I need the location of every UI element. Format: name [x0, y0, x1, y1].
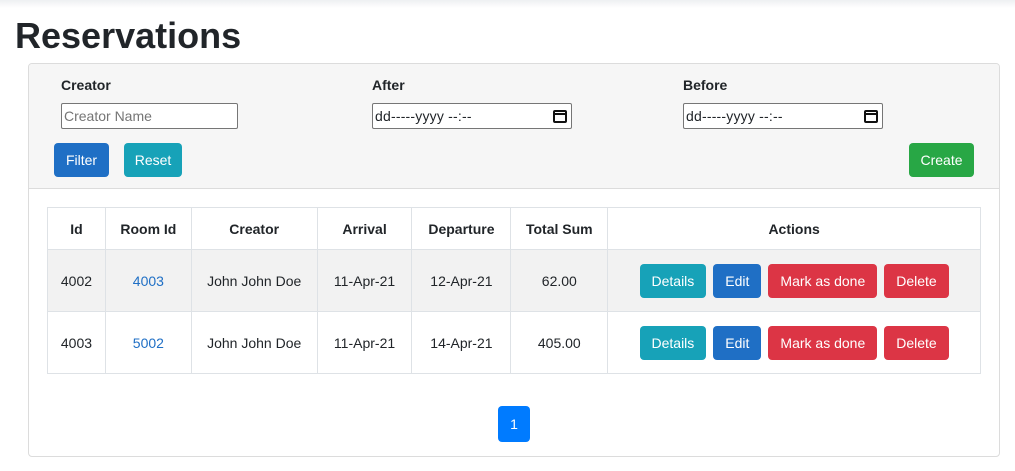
filter-button[interactable]: Filter — [54, 143, 109, 177]
before-label: Before — [683, 77, 728, 93]
create-button[interactable]: Create — [909, 143, 974, 177]
before-datetime-input[interactable]: dd-----yyyy --:-- — [683, 103, 883, 129]
mark-as-done-button[interactable]: Mark as done — [768, 325, 878, 360]
table-row: 4003 5002 John John Doe 11-Apr-21 14-Apr… — [47, 311, 981, 374]
room-link[interactable]: 5002 — [133, 335, 164, 351]
cell-creator: John John Doe — [190, 311, 318, 374]
after-label: After — [372, 77, 405, 93]
after-datetime-input[interactable]: dd-----yyyy --:-- — [372, 103, 572, 129]
top-bar — [0, 0, 1015, 8]
cell-id: 4002 — [47, 249, 106, 312]
cell-arrival: 11-Apr-21 — [316, 311, 413, 374]
edit-button[interactable]: Edit — [713, 263, 762, 298]
filter-panel: Creator After dd-----yyyy --:-- Before d… — [29, 64, 999, 189]
column-header-arrival: Arrival — [316, 207, 413, 250]
creator-input[interactable] — [61, 103, 238, 129]
cell-arrival: 11-Apr-21 — [316, 249, 413, 312]
cell-room-id: 5002 — [104, 311, 192, 374]
pagination-page-1[interactable]: 1 — [498, 406, 530, 442]
room-link[interactable]: 4003 — [133, 273, 164, 289]
reset-button[interactable]: Reset — [124, 143, 182, 177]
cell-total-sum: 62.00 — [510, 249, 609, 312]
column-header-room-id: Room Id — [104, 207, 192, 250]
after-datetime-value: dd-----yyyy --:-- — [375, 108, 472, 124]
mark-as-done-button[interactable]: Mark as done — [768, 263, 878, 298]
details-button[interactable]: Details — [639, 325, 707, 360]
reservations-table: Id Room Id Creator Arrival Departure Tot… — [47, 207, 981, 374]
column-header-total-sum: Total Sum — [510, 207, 609, 250]
cell-room-id: 4003 — [104, 249, 192, 312]
column-header-actions: Actions — [607, 207, 981, 250]
row-actions: Details Edit Mark as done Delete — [608, 263, 980, 298]
cell-actions: Details Edit Mark as done Delete — [607, 311, 981, 374]
reservations-card: Creator After dd-----yyyy --:-- Before d… — [28, 63, 1000, 457]
row-actions: Details Edit Mark as done Delete — [608, 325, 980, 360]
cell-creator: John John Doe — [190, 249, 318, 312]
delete-button[interactable]: Delete — [884, 263, 949, 298]
column-header-creator: Creator — [190, 207, 318, 250]
before-datetime-value: dd-----yyyy --:-- — [686, 108, 783, 124]
calendar-icon[interactable] — [553, 109, 567, 123]
edit-button[interactable]: Edit — [713, 325, 762, 360]
cell-total-sum: 405.00 — [510, 311, 609, 374]
delete-button[interactable]: Delete — [884, 325, 949, 360]
page-title: Reservations — [15, 15, 242, 56]
column-header-departure: Departure — [411, 207, 512, 250]
cell-departure: 14-Apr-21 — [411, 311, 512, 374]
details-button[interactable]: Details — [639, 263, 707, 298]
cell-actions: Details Edit Mark as done Delete — [607, 249, 981, 312]
column-header-id: Id — [47, 207, 106, 250]
calendar-icon[interactable] — [864, 109, 878, 123]
cell-id: 4003 — [47, 311, 106, 374]
table-row: 4002 4003 John John Doe 11-Apr-21 12-Apr… — [47, 249, 981, 312]
table-header-row: Id Room Id Creator Arrival Departure Tot… — [47, 207, 981, 250]
cell-departure: 12-Apr-21 — [411, 249, 512, 312]
creator-label: Creator — [61, 77, 111, 93]
